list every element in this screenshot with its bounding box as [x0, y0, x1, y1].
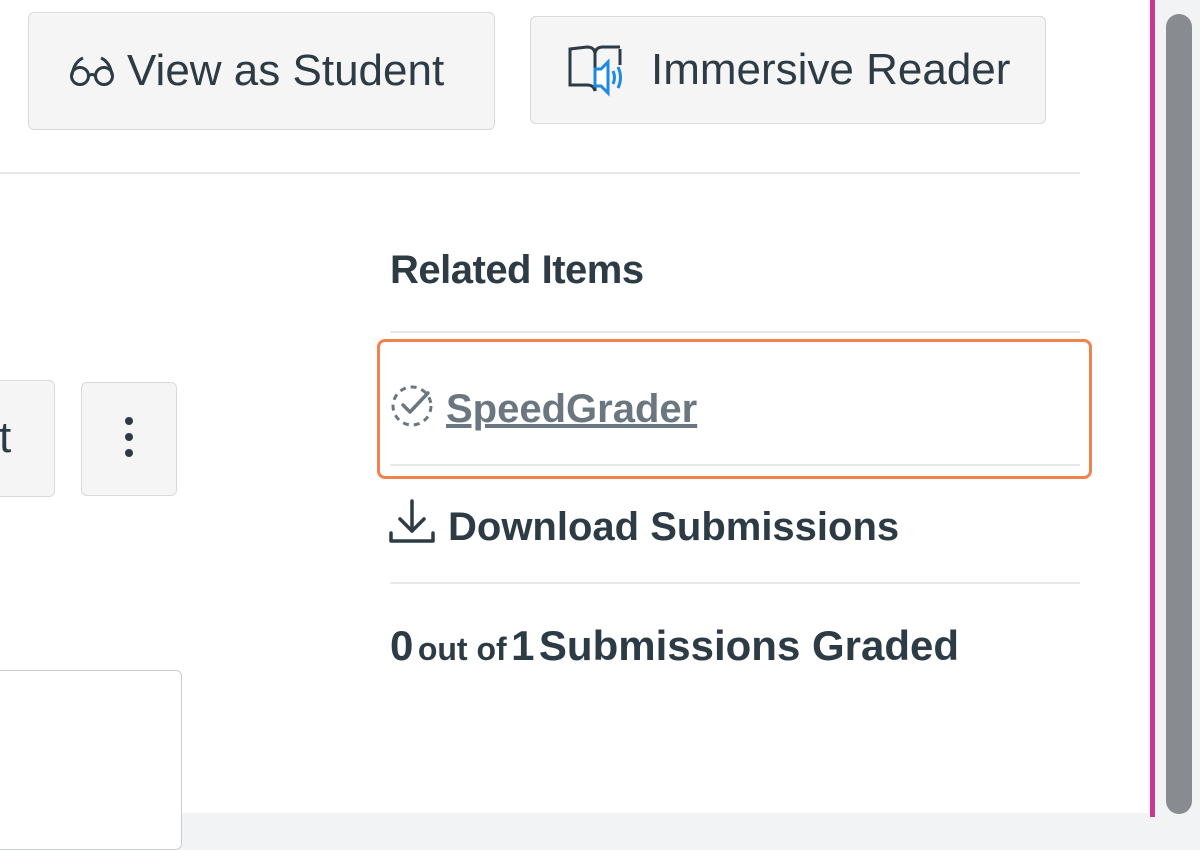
- total-count: 1: [511, 622, 535, 669]
- view-as-student-label: View as Student: [127, 46, 445, 95]
- book-speaker-icon: [567, 43, 627, 97]
- divider: [390, 331, 1080, 333]
- content-box: [0, 670, 182, 850]
- related-items-heading: Related Items: [390, 248, 644, 292]
- submissions-graded-label: Submissions Graded: [538, 622, 960, 669]
- glasses-icon: [69, 54, 115, 88]
- graded-count: 0: [390, 622, 414, 669]
- edit-button[interactable]: t: [0, 380, 55, 497]
- speedgrader-label: SpeedGrader: [446, 386, 698, 431]
- immersive-reader-label: Immersive Reader: [651, 45, 1011, 94]
- toolbar-divider: [0, 172, 1080, 174]
- immersive-reader-button[interactable]: Immersive Reader: [530, 16, 1046, 124]
- divider: [390, 582, 1080, 584]
- download-submissions-label: Download Submissions: [448, 504, 900, 549]
- out-of-text: out of: [417, 631, 507, 667]
- scrollbar-thumb[interactable]: [1166, 14, 1192, 814]
- download-arrow-icon: [388, 497, 436, 557]
- divider: [390, 464, 1080, 466]
- submissions-graded-status: 0 out of 1 Submissions Graded: [390, 622, 959, 670]
- speedgrader-link[interactable]: SpeedGrader: [388, 380, 697, 438]
- view-as-student-button[interactable]: View as Student: [28, 12, 495, 130]
- edit-button-label: t: [0, 413, 12, 462]
- kebab-menu-icon: [123, 415, 135, 464]
- more-options-button[interactable]: [81, 382, 177, 496]
- download-submissions-link[interactable]: Download Submissions: [388, 497, 899, 557]
- dashed-circle-check-icon: [388, 380, 436, 438]
- accent-border: [1150, 0, 1155, 817]
